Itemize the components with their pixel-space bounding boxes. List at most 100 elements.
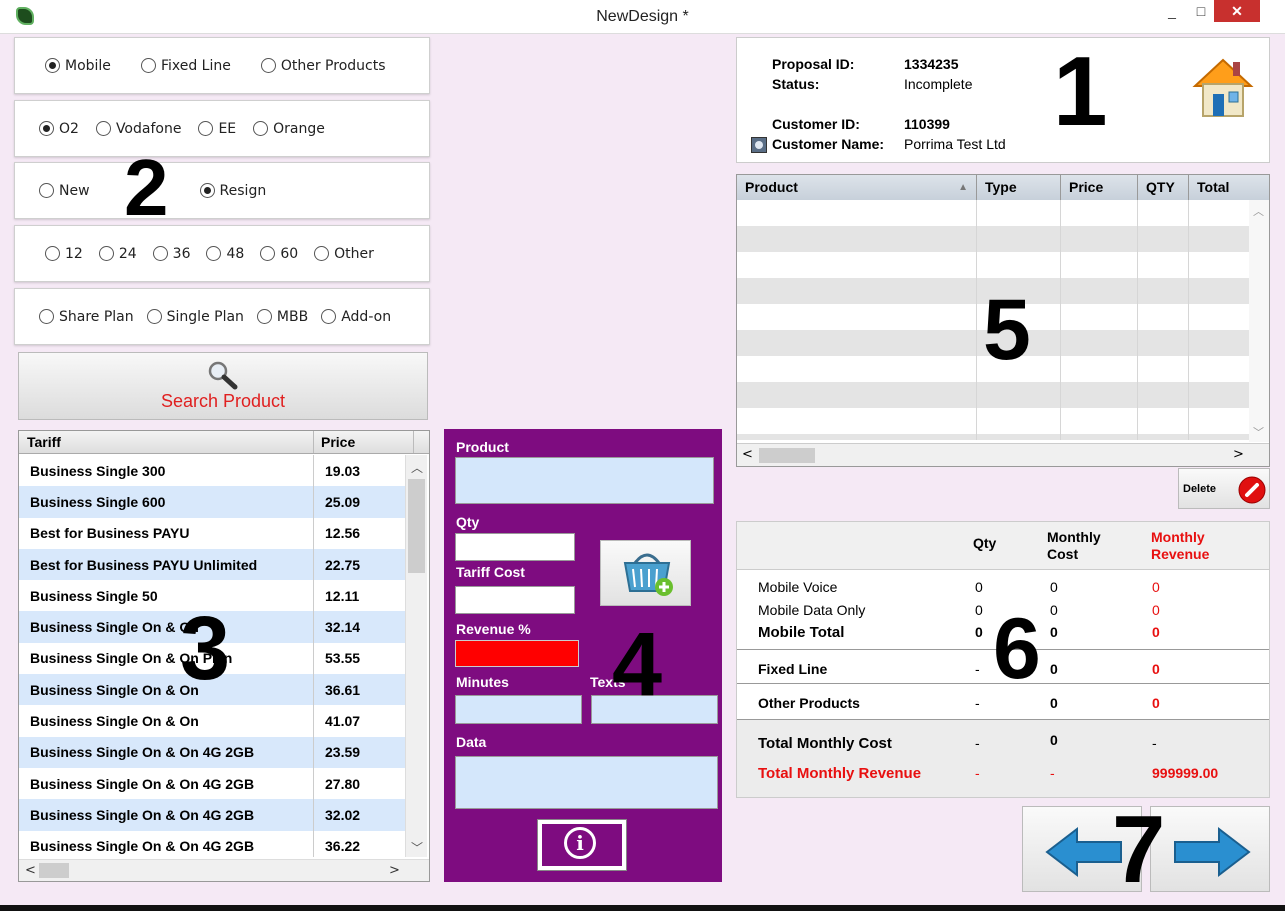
search-product-button[interactable]: Search Product: [18, 352, 428, 420]
radio-circle-icon[interactable]: [95, 121, 111, 136]
radio-plan-type-add-on[interactable]: Add-on: [321, 309, 391, 325]
tariff-row[interactable]: Best for Business PAYU 12.56: [19, 518, 405, 549]
tariff-name: Business Single On & On 4G 2GB: [30, 806, 255, 823]
radio-service-type-fixed-line[interactable]: Fixed Line: [140, 58, 231, 74]
radio-label: EE: [218, 120, 237, 137]
radio-circle-icon[interactable]: [140, 58, 156, 73]
customer-card-icon[interactable]: [751, 137, 767, 153]
radio-network-ee[interactable]: EE: [198, 121, 236, 137]
summary-label-other-products: Other Products: [758, 695, 860, 711]
tariff-cost-field[interactable]: [455, 586, 575, 614]
tariff-row[interactable]: Business Single On & On 4G 2GB 32.02: [19, 799, 405, 831]
radio-circle-icon[interactable]: [152, 246, 168, 261]
radio-circle-icon[interactable]: [146, 309, 162, 324]
data-field[interactable]: [455, 756, 718, 809]
column-header-price[interactable]: Price: [1061, 175, 1138, 200]
tariff-row[interactable]: Business Single On & On 4G 2GB 23.59: [19, 736, 405, 768]
plan-type-panel: Share Plan Single Plan MBB Add-on: [14, 288, 430, 345]
next-button[interactable]: [1150, 806, 1270, 892]
tariff-name: Business Single On & On 4G 2GB: [30, 838, 255, 855]
tariff-vertical-scrollbar[interactable]: ︿ ﹀: [405, 455, 427, 857]
column-header-type[interactable]: Type: [977, 175, 1061, 200]
radio-circle-icon[interactable]: [39, 183, 54, 198]
minimize-button[interactable]: _: [1156, 0, 1188, 22]
radio-circle-icon[interactable]: [39, 121, 54, 136]
radio-term-other[interactable]: Other: [314, 246, 374, 262]
order-vertical-scrollbar[interactable]: ︿ ﹀: [1249, 200, 1269, 442]
scroll-down-arrow-icon[interactable]: ﹀: [411, 839, 423, 856]
column-header-total[interactable]: Total: [1189, 175, 1269, 200]
product-label: Product: [456, 439, 509, 455]
radio-term-24[interactable]: 24: [98, 246, 137, 262]
radio-network-orange[interactable]: Orange: [253, 121, 325, 137]
revenue-field[interactable]: [455, 640, 579, 667]
add-to-basket-button[interactable]: [600, 540, 691, 606]
tariff-row[interactable]: Best for Business PAYU Unlimited 22.75: [19, 548, 405, 581]
column-header-product[interactable]: Product ▲: [737, 175, 977, 200]
home-icon[interactable]: [1187, 54, 1257, 120]
radio-label: 60: [280, 245, 299, 262]
radio-term-36[interactable]: 36: [152, 246, 190, 262]
radio-plan-type-mbb[interactable]: MBB: [256, 309, 308, 325]
tariff-horizontal-scrollbar[interactable]: < >: [19, 859, 429, 881]
radio-service-type-mobile[interactable]: Mobile: [45, 58, 111, 74]
qty-field[interactable]: [455, 533, 575, 561]
radio-circle-icon[interactable]: [39, 309, 54, 324]
tariff-row[interactable]: Business Single On & On 4G 2GB 36.22: [19, 831, 405, 862]
order-scroll-right-icon[interactable]: >: [1233, 447, 1244, 462]
order-h-thumb[interactable]: [759, 448, 815, 463]
radio-term-48[interactable]: 48: [206, 246, 244, 262]
radio-contract-type-resign[interactable]: Resign: [199, 183, 266, 199]
window-title: NewDesign *: [596, 8, 689, 25]
order-scroll-left-icon[interactable]: <: [742, 447, 753, 462]
radio-circle-icon[interactable]: [260, 58, 276, 73]
radio-term-60[interactable]: 60: [260, 246, 298, 262]
delete-icon: [1238, 476, 1266, 504]
scroll-right-arrow-icon[interactable]: >: [389, 863, 400, 878]
radio-term-12[interactable]: 12: [45, 246, 83, 262]
delete-button[interactable]: Delete: [1178, 468, 1270, 509]
order-scroll-up-icon[interactable]: ︿: [1253, 203, 1264, 219]
radio-service-type-other-products[interactable]: Other Products: [260, 58, 386, 74]
scrollbar-thumb[interactable]: [408, 479, 425, 573]
tariff-name: Business Single 50: [30, 587, 158, 604]
column-header-tariff[interactable]: Tariff: [27, 434, 61, 450]
radio-circle-icon[interactable]: [260, 246, 276, 261]
radio-network-vodafone[interactable]: Vodafone: [95, 121, 181, 137]
info-icon: i: [564, 827, 596, 859]
column-header-qty[interactable]: QTY: [1138, 175, 1189, 200]
radio-circle-icon[interactable]: [98, 246, 114, 261]
radio-network-o2[interactable]: O2: [39, 121, 79, 137]
close-button[interactable]: ✕: [1214, 0, 1260, 22]
tariff-row[interactable]: Business Single On & On 4G 2GB 27.80: [19, 768, 405, 799]
radio-circle-icon[interactable]: [314, 246, 330, 261]
scroll-left-arrow-icon[interactable]: <: [25, 863, 36, 878]
radio-circle-icon[interactable]: [206, 246, 222, 261]
summary-cost-total-cost: 0: [1050, 732, 1058, 748]
radio-circle-icon[interactable]: [198, 121, 214, 136]
radio-plan-type-single-plan[interactable]: Single Plan: [146, 309, 244, 325]
radio-contract-type-new[interactable]: New: [39, 183, 90, 199]
column-header-price[interactable]: Price: [321, 434, 355, 450]
scroll-up-arrow-icon[interactable]: ︿: [411, 459, 423, 476]
product-field[interactable]: [455, 457, 714, 504]
tariff-row[interactable]: Business Single 600 25.09: [19, 486, 405, 518]
minutes-field[interactable]: [455, 695, 582, 724]
summary-label-fixed-line: Fixed Line: [758, 661, 828, 677]
order-horizontal-scrollbar[interactable]: < >: [737, 443, 1269, 466]
info-button[interactable]: i: [537, 819, 627, 871]
summary-label-total-cost: Total Monthly Cost: [758, 735, 892, 752]
maximize-button[interactable]: □: [1188, 0, 1214, 22]
order-scroll-down-icon[interactable]: ﹀: [1253, 424, 1264, 440]
tariff-row[interactable]: Business Single On & On 41.07: [19, 705, 405, 736]
radio-circle-icon[interactable]: [45, 58, 60, 73]
radio-plan-type-share-plan[interactable]: Share Plan: [39, 309, 134, 325]
proposal-id-value: 1334235: [904, 56, 959, 72]
radio-circle-icon[interactable]: [45, 246, 60, 261]
tariff-row[interactable]: Business Single 300 19.03: [19, 455, 405, 486]
radio-circle-icon[interactable]: [199, 183, 215, 198]
radio-circle-icon[interactable]: [253, 121, 269, 136]
radio-circle-icon[interactable]: [321, 309, 337, 324]
radio-circle-icon[interactable]: [256, 309, 272, 324]
h-scrollbar-thumb[interactable]: [39, 863, 69, 878]
